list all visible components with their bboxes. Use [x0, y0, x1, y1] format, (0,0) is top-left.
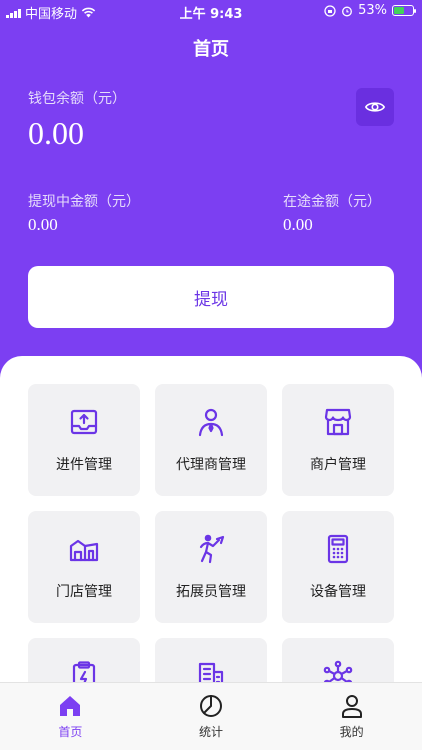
status-right: 53% [324, 3, 416, 18]
in-transit-amount-value: 0.00 [283, 215, 313, 234]
in-transit-amount-label: 在途金额（元） [283, 194, 381, 210]
tab-label: 首页 [58, 725, 83, 739]
menu-item-device[interactable]: 设备管理 [282, 511, 394, 623]
tab-label: 我的 [339, 725, 364, 739]
upload-tray-icon [70, 409, 98, 435]
wallet-balance-value: 0.00 [28, 115, 84, 151]
page-title: 首页 [193, 39, 229, 60]
withdraw-button[interactable]: 提现 [28, 266, 394, 328]
menu-item-label: 设备管理 [310, 584, 366, 600]
menu-item-label: 商户管理 [310, 457, 366, 473]
tab-bar: 首页 统计 我的 [0, 682, 422, 750]
menu-item-label: 进件管理 [56, 457, 112, 473]
menu-item-label: 代理商管理 [176, 457, 246, 473]
withdrawing-amount-label: 提现中金额（元） [28, 194, 140, 210]
profile-icon [341, 695, 362, 718]
tab-label: 统计 [199, 725, 224, 739]
alarm-icon [342, 6, 353, 16]
status-bar: 中国移动 上午 9:43 53% [0, 0, 422, 22]
wallet-balance-label: 钱包余额（元） [28, 91, 126, 107]
menu-item-label: 门店管理 [56, 584, 112, 600]
menu-item-label: 拓展员管理 [176, 584, 246, 600]
withdrawing-amount-value: 0.00 [28, 215, 58, 234]
storefront-icon [324, 408, 352, 436]
tab-profile[interactable]: 我的 [281, 683, 422, 750]
toggle-visibility-button[interactable] [356, 88, 394, 126]
menu-item-expander[interactable]: 拓展员管理 [155, 511, 267, 623]
menu-item-merchant[interactable]: 商户管理 [282, 384, 394, 496]
tab-home[interactable]: 首页 [0, 683, 141, 750]
eye-icon [364, 102, 386, 112]
tab-stats[interactable]: 统计 [141, 683, 282, 750]
store-building-icon [69, 539, 99, 562]
calculator-device-icon [327, 534, 349, 564]
rotation-lock-icon [324, 4, 336, 17]
agent-person-icon [198, 408, 224, 437]
battery-icon [392, 5, 416, 16]
battery-percent: 53% [358, 3, 387, 18]
menu-item-agent[interactable]: 代理商管理 [155, 384, 267, 496]
menu-item-store[interactable]: 门店管理 [28, 511, 140, 623]
expander-figure-icon [199, 534, 225, 564]
menu-item-onboarding[interactable]: 进件管理 [28, 384, 140, 496]
stats-icon [200, 695, 222, 717]
home-icon [60, 696, 81, 716]
